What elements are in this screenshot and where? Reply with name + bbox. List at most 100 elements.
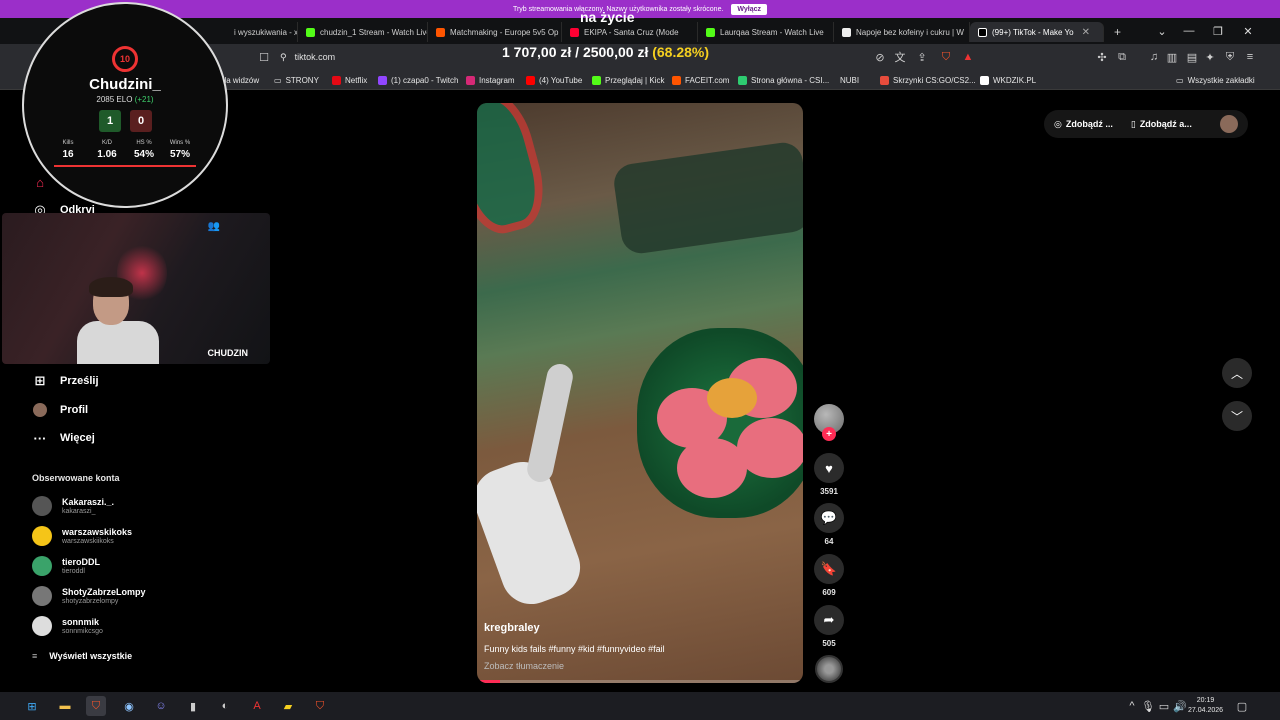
obs-icon[interactable]: ◐ (215, 696, 235, 716)
avatar (32, 496, 52, 516)
kick-studio-icon[interactable]: ▰ (278, 696, 298, 716)
notifications-icon[interactable]: ▢ (1232, 696, 1252, 716)
epic-games-icon[interactable]: ▮ (183, 696, 203, 716)
discord-icon[interactable]: ☺ (151, 696, 171, 716)
brave-browser-icon[interactable]: ⛉ (86, 696, 106, 716)
bookmark-item[interactable]: (1) czapa0 - Twitch (378, 74, 458, 86)
save-action[interactable]: 🔖 609 (814, 554, 844, 597)
close-tab-icon[interactable]: ✕ (1082, 27, 1090, 38)
like-action[interactable]: ♥ 3591 (814, 453, 844, 496)
video-scene-sofa (611, 140, 803, 256)
bookmark-item[interactable]: FACEIT.com (672, 74, 729, 86)
browser-tab[interactable]: EKIPA - Santa Cruz (Mode (562, 22, 698, 42)
tab-favicon (306, 27, 315, 37)
bookmark-item[interactable]: Netflix (332, 74, 367, 86)
translate-icon[interactable]: 文 (892, 49, 908, 65)
followed-account[interactable]: ShotyZabrzeLompy shotyzabrzelompy (32, 584, 146, 608)
bookmark-save-icon[interactable]: 🔖 (814, 554, 844, 584)
viewers-icon: 👥 (207, 221, 220, 232)
faceit-elo-change: (+21) (134, 95, 154, 104)
followed-account[interactable]: warszawskikoks warszawskiikoks (32, 524, 132, 548)
donation-current: 1 707,00 zł (502, 44, 572, 60)
music-disc-icon[interactable] (815, 655, 843, 683)
bookmark-item[interactable]: Strona główna - CSI... (738, 74, 829, 86)
browser-tab[interactable]: Napoje bez kofeiny i cukru | W (834, 22, 970, 42)
tab-favicon (570, 27, 579, 37)
steam-icon[interactable]: ◉ (119, 696, 139, 716)
disable-stream-mode-button[interactable]: Wyłącz (731, 3, 768, 15)
bookmark-icon[interactable]: ☐ (256, 49, 272, 65)
wallet-icon[interactable]: ▤ (1184, 49, 1200, 65)
bookmark-item[interactable]: (4) YouTube (526, 74, 582, 86)
see-all-following-button[interactable]: ≡ Wyświetl wszystkie (32, 649, 132, 663)
comment-icon[interactable]: 💬 (814, 503, 844, 533)
close-window-icon[interactable]: ✕ (1234, 18, 1262, 44)
browser-tab[interactable]: Laurqaa Stream - Watch Live (698, 22, 834, 42)
vpn-icon[interactable]: ⛨ (1222, 49, 1238, 65)
minimize-icon[interactable]: — (1175, 18, 1203, 44)
sidebar-item-more[interactable]: ··· Więcej (32, 428, 95, 448)
next-video-button[interactable]: ﹀ (1222, 401, 1252, 431)
comment-action[interactable]: 💬 64 (814, 503, 844, 546)
screenshot-icon[interactable]: ⧉ (1114, 49, 1130, 65)
heart-icon[interactable]: ♥ (814, 453, 844, 483)
browser-tab[interactable]: i wyszukiwania - x-kom (226, 22, 298, 42)
menu-icon[interactable]: ≡ (1242, 49, 1258, 65)
video-author[interactable]: kregbraley (484, 622, 540, 634)
extensions-icon[interactable]: ✣ (1094, 49, 1110, 65)
bookmark-item[interactable]: NUBI (840, 74, 859, 86)
netflix-icon (332, 75, 341, 85)
bookmark-item[interactable]: Instagram (466, 74, 515, 86)
sidebar-item-home[interactable]: ⌂ (32, 172, 48, 192)
share-icon[interactable]: ⇪ (914, 49, 930, 65)
adobe-icon[interactable]: A (247, 696, 267, 716)
file-explorer-icon[interactable]: ▬ (55, 696, 75, 716)
brave-shields-icon[interactable]: ⛉ (938, 49, 954, 65)
windows-start-icon[interactable]: ⊞ (22, 696, 42, 716)
browser-tab-active[interactable]: (99+) TikTok - Make Yo ✕ (970, 22, 1104, 42)
user-avatar[interactable] (1220, 115, 1238, 133)
volume-icon[interactable]: 🔊 (1170, 696, 1190, 716)
bookmark-folder[interactable]: ▭ STRONY (274, 74, 319, 86)
bookmark-item[interactable]: Skrzynki CS:GO/CS2... (880, 74, 976, 86)
taskbar-clock[interactable]: 20:19 27.04.2026 (1188, 696, 1223, 716)
bookmark-label: Wszystkie zakładki (1187, 75, 1255, 85)
music-icon[interactable]: ♫ (1146, 49, 1162, 65)
tab-list-icon[interactable]: ⌄ (1148, 18, 1176, 44)
brave-alt-icon[interactable]: ⛉ (310, 696, 330, 716)
sidebar-item-upload[interactable]: ⊞ Prześlij (32, 371, 99, 391)
followed-account[interactable]: Kakaraszi._. kakaraszi_ (32, 494, 114, 518)
all-bookmarks[interactable]: ▭ Wszystkie zakładki (1176, 74, 1255, 86)
home-icon: ⌂ (36, 174, 44, 190)
leo-ai-icon[interactable]: ✦ (1202, 49, 1218, 65)
brave-rewards-icon[interactable]: ▲ (960, 49, 976, 65)
see-translation-link[interactable]: Zobacz tłumaczenie (484, 661, 564, 671)
no-tracking-icon[interactable]: ⊘ (872, 49, 888, 65)
share-arrow-icon[interactable]: ➦ (814, 605, 844, 635)
browser-tab[interactable]: chudzin_1 Stream - Watch Live (298, 22, 428, 42)
sidebar-toggle-icon[interactable]: ▥ (1164, 49, 1180, 65)
restore-icon[interactable]: ❐ (1204, 18, 1232, 44)
video-player[interactable]: kregbraley Funny kids fails #funny #kid … (477, 103, 803, 683)
instagram-icon (466, 75, 475, 85)
new-tab-button[interactable]: + (1106, 22, 1128, 42)
faceit-stats-overlay: 10 Chudzini_ 2085 ELO (+21) 1 0 Kills 16 … (22, 2, 228, 208)
browser-tab[interactable]: Matchmaking - Europe 5v5 Op (428, 22, 562, 42)
share-action[interactable]: ➦ 505 (814, 605, 844, 648)
bookmark-item[interactable]: WKDZIK.PL (980, 74, 1036, 86)
previous-video-button[interactable]: ︿ (1222, 358, 1252, 388)
get-coins-button[interactable]: ◎ Zdobądź ... (1054, 119, 1113, 130)
sidebar-item-profile[interactable]: Profil (32, 400, 88, 420)
followed-account[interactable]: tieroDDL tieroddl (32, 554, 100, 578)
video-progress-bar[interactable] (477, 680, 803, 683)
get-app-button[interactable]: ▯ Zdobądź a... (1131, 119, 1192, 130)
tab-favicon (978, 27, 987, 37)
bookmark-item[interactable]: Przeglądaj | Kick (592, 74, 664, 86)
follow-plus-icon[interactable]: + (822, 427, 836, 441)
followed-account[interactable]: sonnmik sonnmikcsgo (32, 614, 103, 638)
top-right-actions: ◎ Zdobądź ... ▯ Zdobądź a... (1044, 110, 1248, 138)
video-description: Funny kids fails #funny #kid #funnyvideo… (484, 644, 665, 654)
bookmark-label: (4) YouTube (539, 75, 583, 85)
site-info-icon[interactable]: ⚲ (280, 52, 287, 63)
kid-leg (524, 361, 576, 485)
